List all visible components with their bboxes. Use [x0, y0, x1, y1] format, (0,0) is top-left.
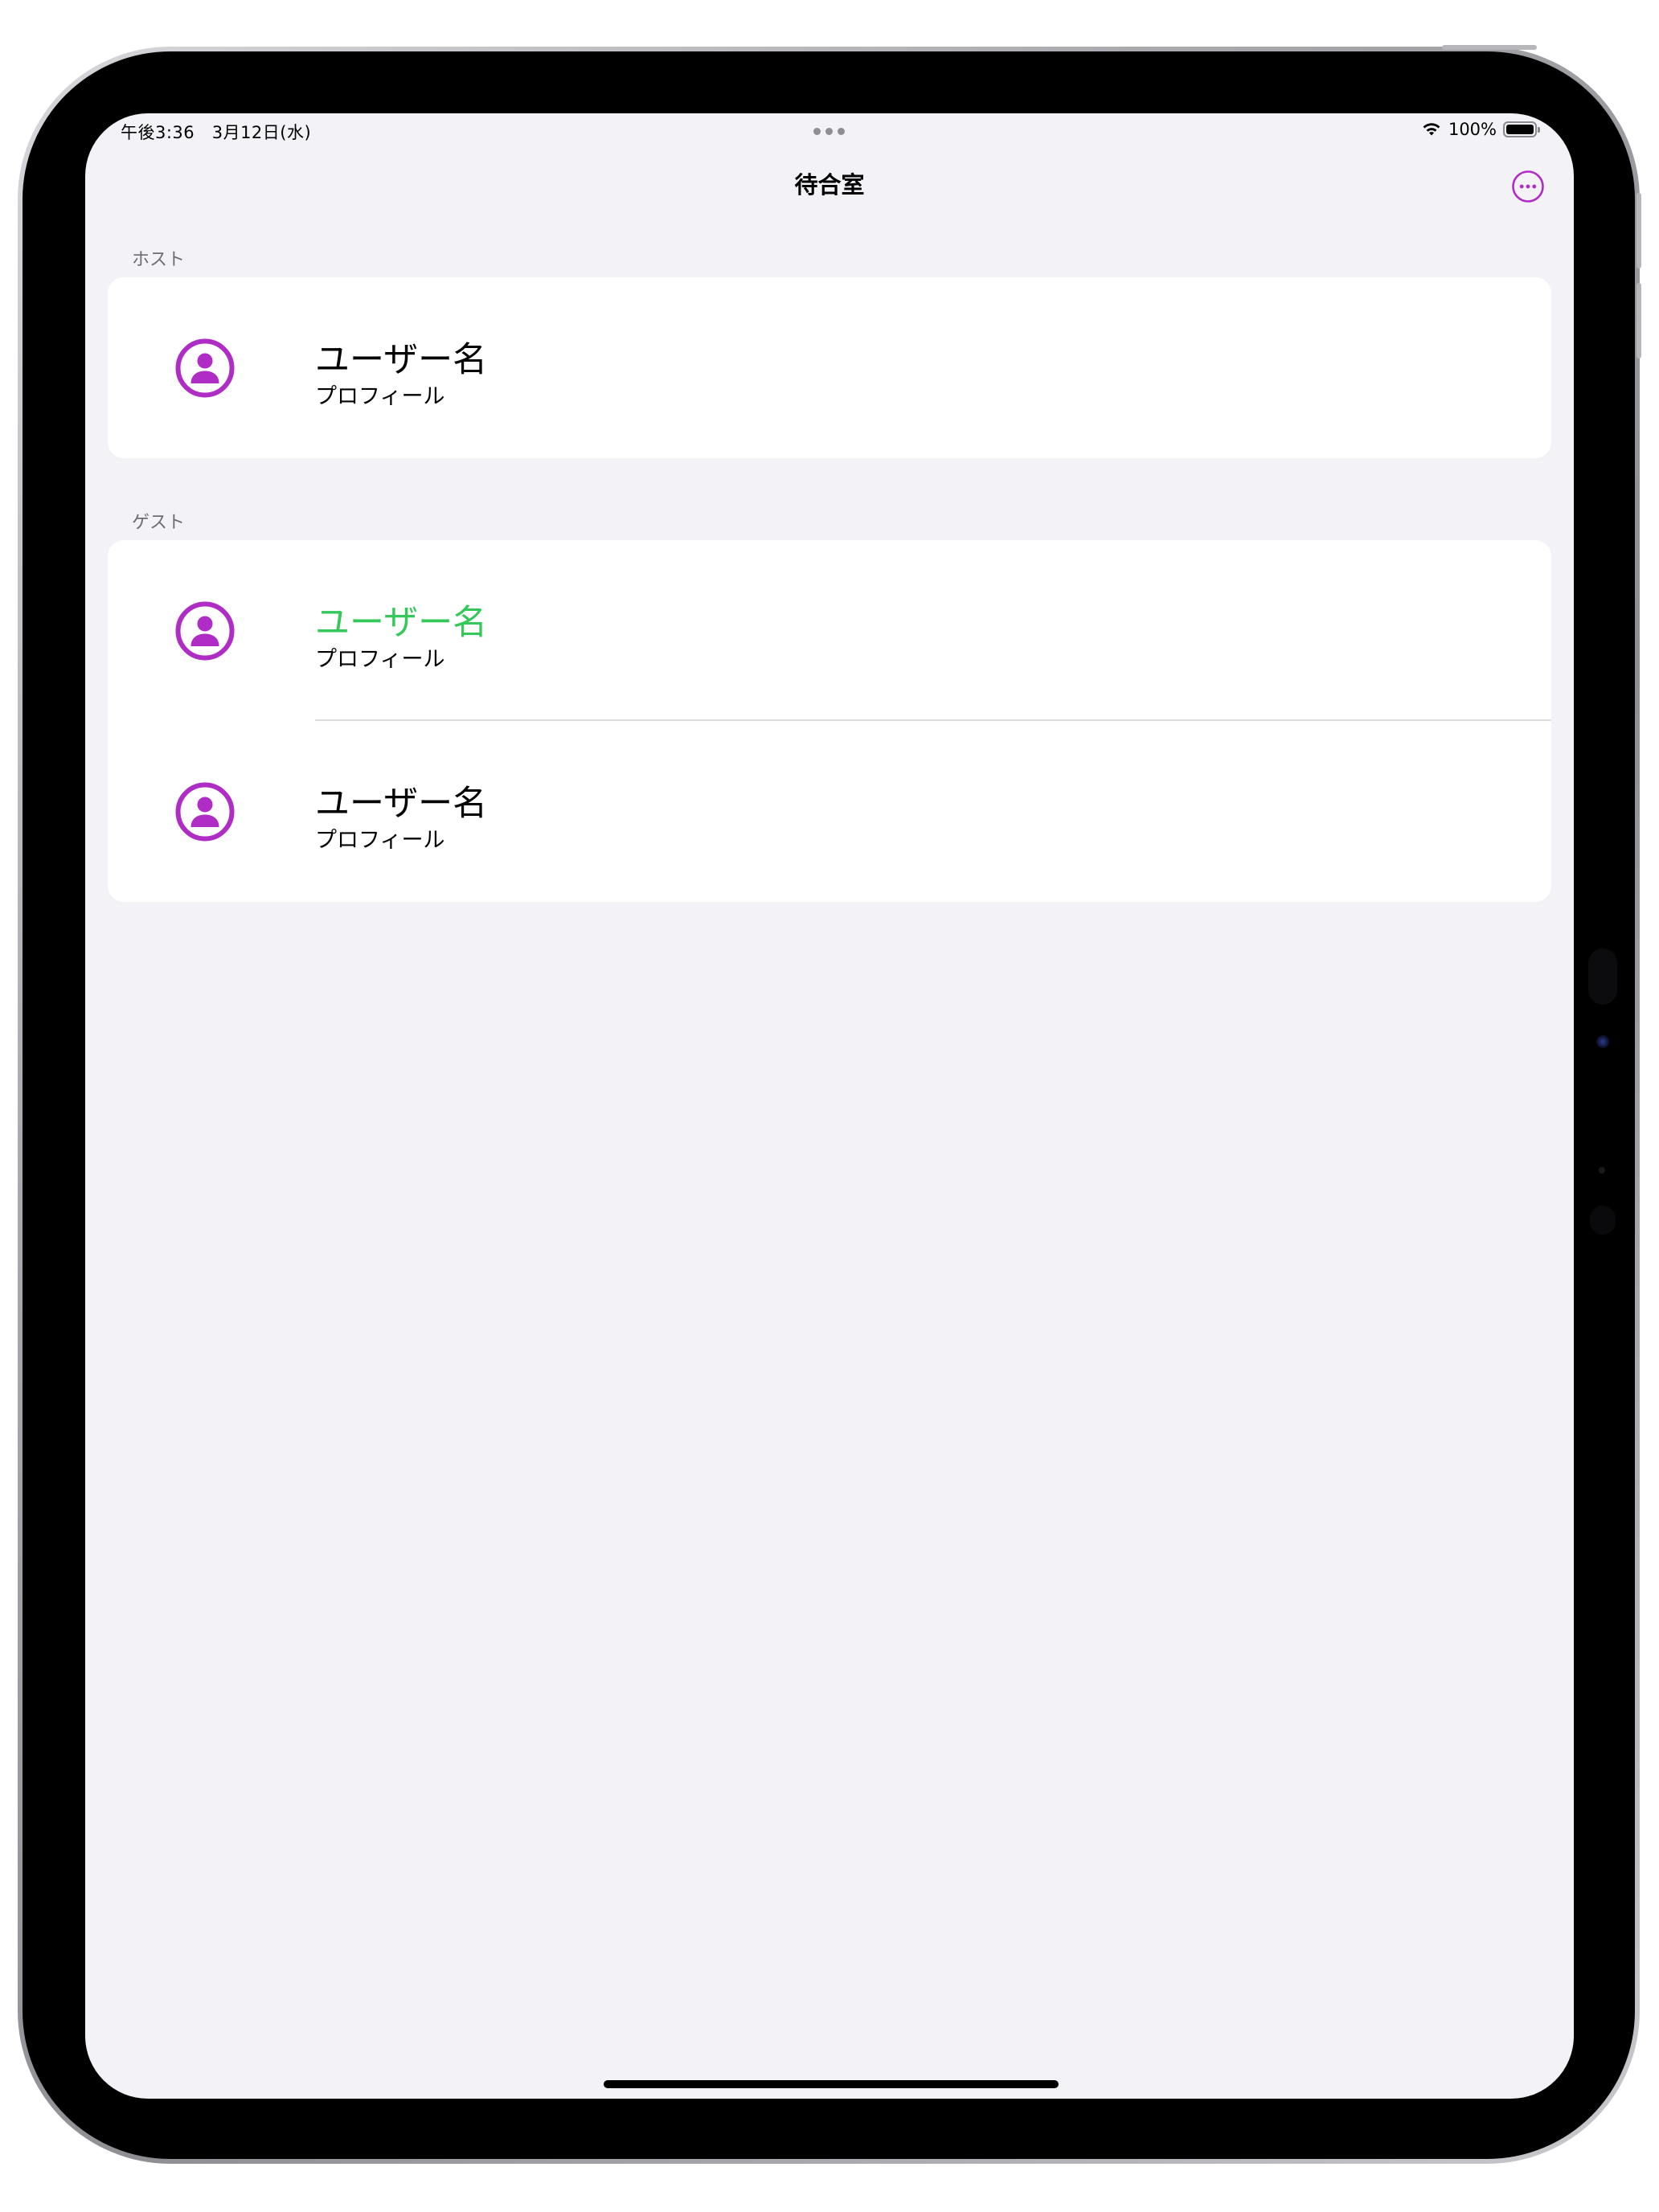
status-bar: 午後3:36 3月12日(水) 100% [85, 113, 1574, 149]
status-right: 100% [1421, 120, 1540, 139]
sensor-housing [1590, 1206, 1616, 1235]
user-profile: プロフィール [315, 647, 445, 672]
battery-icon [1503, 121, 1540, 137]
sensor-dot [1599, 1167, 1605, 1174]
volume-up-button [1636, 193, 1641, 268]
status-date: 3月12日(水) [211, 123, 312, 142]
top-button [1442, 45, 1537, 50]
user-name: ユーザー名 [315, 784, 488, 824]
host-row[interactable]: ユーザー名 プロフィール [108, 277, 1551, 458]
section-header-host: ホスト [132, 250, 186, 270]
more-options-icon[interactable] [1511, 170, 1545, 203]
camera-lens [1596, 1035, 1609, 1048]
home-indicator[interactable] [604, 2080, 1059, 2088]
camera-housing [1588, 948, 1617, 1005]
user-name: ユーザー名 [315, 340, 488, 380]
user-profile: プロフィール [315, 384, 445, 409]
volume-down-button [1636, 283, 1641, 358]
battery-percentage: 100% [1448, 120, 1497, 139]
host-list: ユーザー名 プロフィール [108, 277, 1551, 458]
wifi-icon [1423, 123, 1440, 136]
page-title: 待合室 [794, 171, 865, 199]
screen: 午後3:36 3月12日(水) 100% 待合室 ホスト ユーザー名 プロフィー… [85, 113, 1574, 2099]
guest-list: ユーザー名 プロフィール ユーザー名 プロフィール [108, 540, 1551, 902]
guest-row[interactable]: ユーザー名 プロフィール [108, 721, 1551, 902]
guest-row[interactable]: ユーザー名 プロフィール [108, 540, 1551, 721]
person-circle-icon [175, 338, 235, 398]
status-time: 午後3:36 3月12日(水) [121, 120, 311, 144]
user-profile: プロフィール [315, 828, 445, 853]
multitasking-icon[interactable] [813, 128, 845, 135]
person-circle-icon [175, 782, 235, 842]
status-clock: 午後3:36 [121, 123, 195, 142]
person-circle-icon [175, 601, 235, 661]
section-header-guest: ゲスト [132, 513, 186, 533]
user-name: ユーザー名 [315, 603, 488, 643]
